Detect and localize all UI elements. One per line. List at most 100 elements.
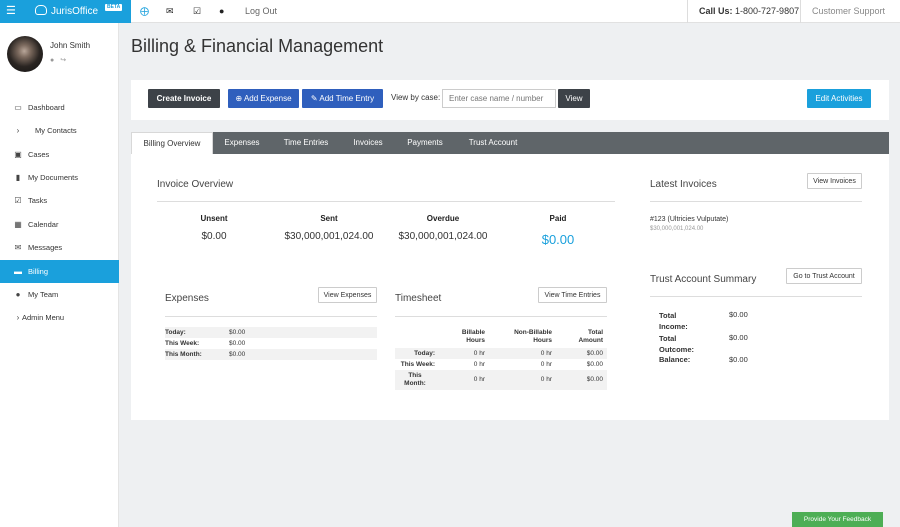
sidebar-item-billing[interactable]: ▬ Billing: [0, 260, 119, 283]
divider: [165, 316, 377, 317]
sidebar-item-contacts[interactable]: › My Contacts: [0, 119, 119, 142]
credit-card-icon: ▬: [14, 267, 22, 276]
tab-billing-overview[interactable]: Billing Overview: [131, 132, 213, 154]
user-actions: ●↪: [50, 56, 72, 64]
trust-income-label: Total Income:: [659, 311, 688, 331]
sidebar-item-documents[interactable]: ▮ My Documents: [0, 166, 119, 189]
user-icon[interactable]: ●: [219, 6, 224, 17]
add-circle-icon[interactable]: ⨁: [140, 6, 149, 17]
sidebar-item-label: Billing: [28, 267, 49, 276]
nonbillable-hours-header: Non-Billable Hours: [514, 329, 552, 344]
expenses-week-value: $0.00: [229, 340, 246, 347]
create-invoice-button[interactable]: Create Invoice: [148, 89, 220, 108]
sidebar-item-label: Admin Menu: [22, 313, 65, 322]
sign-out-icon[interactable]: ↪: [60, 57, 72, 64]
view-case-button[interactable]: View: [558, 89, 590, 108]
call-us-label: Call Us:: [699, 6, 733, 16]
beta-badge: BETA: [105, 4, 123, 11]
latest-invoices-title: Latest Invoices: [650, 179, 717, 190]
tab-bar: Billing Overview Expenses Time Entries I…: [131, 132, 889, 154]
feedback-button[interactable]: Provide Your Feedback: [792, 512, 883, 527]
top-bar: ☰ JurisOffice BETA ⨁ ✉ ☑ ● Log Out Call …: [0, 0, 900, 23]
row-stripe: [165, 327, 377, 338]
invoice-overview-title: Invoice Overview: [157, 179, 234, 190]
user-name: John Smith: [50, 41, 91, 50]
sidebar-item-tasks[interactable]: ☑ Tasks: [0, 189, 119, 212]
expenses-today-label: Today:: [165, 329, 186, 336]
tab-payments[interactable]: Payments: [399, 132, 451, 154]
checkbox-icon[interactable]: ☑: [193, 6, 201, 17]
timesheet-month-total: $0.00: [586, 376, 603, 383]
timesheet-today-total: $0.00: [586, 350, 603, 357]
sidebar: John Smith ●↪ ▭ Dashboard › My Contacts ▣ C…: [0, 23, 119, 527]
call-us: Call Us: 1-800-727-9807: [687, 0, 800, 23]
envelope-icon[interactable]: ✉: [166, 6, 174, 17]
customer-support-link[interactable]: Customer Support: [800, 0, 900, 23]
avatar[interactable]: [7, 36, 43, 72]
divider: [650, 201, 862, 202]
unsent-value: $0.00: [201, 231, 227, 242]
sent-value: $30,000,001,024.00: [284, 231, 374, 242]
overdue-value: $30,000,001,024.00: [398, 231, 488, 242]
tab-time-entries[interactable]: Time Entries: [273, 132, 339, 154]
folder-icon: ▮: [15, 173, 21, 182]
view-invoices-button[interactable]: View Invoices: [807, 173, 862, 189]
timesheet-week-billable: 0 hr: [473, 361, 485, 368]
trust-balance-label: Balance:: [659, 355, 691, 364]
sidebar-item-label: Messages: [28, 243, 63, 252]
brand-area: ☰ JurisOffice BETA: [0, 0, 131, 23]
view-by-case-label: View by case:: [391, 93, 441, 102]
sidebar-item-team[interactable]: ● My Team: [0, 283, 119, 306]
sidebar-item-admin[interactable]: › Admin Menu: [0, 306, 119, 329]
expenses-today-value: $0.00: [229, 329, 246, 336]
add-expense-button[interactable]: ⊕ Add Expense: [228, 89, 299, 108]
sidebar-item-cases[interactable]: ▣ Cases: [0, 143, 119, 166]
add-expense-label: Add Expense: [243, 94, 292, 103]
divider: [157, 201, 615, 202]
latest-invoice-link[interactable]: #123 (Ultricies Vulputate): [650, 216, 728, 224]
edit-activities-button[interactable]: Edit Activities: [807, 89, 871, 108]
monitor-icon: ▭: [14, 103, 22, 112]
phone-number[interactable]: 1-800-727-9807: [735, 6, 799, 16]
view-time-entries-button[interactable]: View Time Entries: [538, 287, 607, 303]
sidebar-item-calendar[interactable]: ▦ Calendar: [0, 213, 119, 236]
profile-icon[interactable]: ●: [50, 57, 60, 64]
latest-invoice-amount: $30,000,001,024.00: [650, 226, 704, 232]
tab-trust-account[interactable]: Trust Account: [461, 132, 525, 154]
briefcase-icon: ▣: [14, 150, 22, 159]
hamburger-menu-icon[interactable]: ☰: [6, 5, 16, 17]
paid-label: Paid: [549, 214, 567, 223]
unsent-label: Unsent: [200, 214, 228, 223]
tab-invoices[interactable]: Invoices: [345, 132, 391, 154]
tab-expenses[interactable]: Expenses: [215, 132, 269, 154]
users-icon: ●: [15, 290, 21, 299]
trust-summary-title: Trust Account Summary: [650, 274, 757, 285]
logout-link[interactable]: Log Out: [245, 6, 277, 17]
trust-outcome-label: Total Outcome:: [659, 334, 695, 354]
timesheet-week-nonbillable: 0 hr: [540, 361, 552, 368]
timesheet-month-label: This Month:: [404, 372, 426, 387]
expenses-title: Expenses: [165, 293, 209, 304]
plus-circle-icon: ⊕: [235, 94, 243, 103]
trust-outcome-value: $0.00: [729, 333, 748, 342]
checkbox-icon: ☑: [14, 196, 22, 205]
timesheet-week-total: $0.00: [586, 361, 603, 368]
trust-balance-value: $0.00: [729, 355, 748, 364]
divider: [650, 296, 862, 297]
timesheet-week-label: This Week:: [400, 361, 435, 368]
case-search-input[interactable]: [442, 89, 556, 108]
sidebar-item-label: My Documents: [28, 173, 79, 182]
page-title: Billing & Financial Management: [131, 36, 384, 56]
go-to-trust-account-button[interactable]: Go to Trust Account: [786, 268, 862, 284]
sidebar-item-dashboard[interactable]: ▭ Dashboard: [0, 96, 119, 119]
sidebar-item-messages[interactable]: ✉ Messages: [0, 236, 119, 259]
timesheet-month-nonbillable: 0 hr: [540, 376, 552, 383]
timesheet-month-billable: 0 hr: [473, 376, 485, 383]
chevron-right-icon: ›: [16, 126, 20, 135]
app-name: JurisOffice: [51, 6, 99, 17]
sidebar-item-label: Dashboard: [28, 103, 65, 112]
sidebar-item-label: Cases: [28, 150, 50, 159]
add-time-entry-button[interactable]: ✎ Add Time Entry: [302, 89, 383, 108]
timesheet-today-billable: 0 hr: [473, 350, 485, 357]
view-expenses-button[interactable]: View Expenses: [318, 287, 377, 303]
